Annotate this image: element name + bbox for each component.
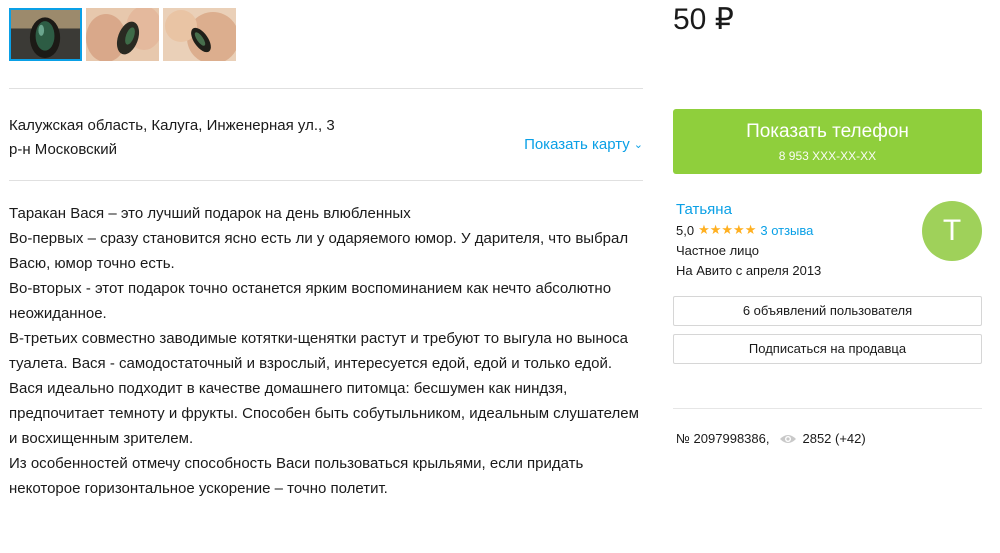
- seller-type: Частное лицо: [676, 243, 759, 258]
- thumbnail-3[interactable]: [163, 8, 236, 61]
- star-rating-icon: ★★★★★: [698, 222, 757, 237]
- description-paragraph: Таракан Вася – это лучший подарок на ден…: [9, 205, 411, 222]
- description-paragraph: Вася идеально подходит в качестве домашн…: [9, 380, 639, 447]
- description-paragraph: Во-вторых - этот подарок точно останется…: [9, 280, 612, 322]
- divider-middle: [9, 180, 643, 181]
- chevron-down-icon: ⌄: [633, 139, 643, 151]
- show-map-link[interactable]: Показать карту ⌄: [524, 136, 643, 153]
- photo-gallery: [9, 8, 236, 61]
- description-paragraph: В-третьих совместно заводимые котятки-ще…: [9, 330, 628, 372]
- masked-phone-number: 8 953 XXX-XX-XX: [778, 149, 877, 163]
- rating-value: 5,0: [676, 222, 695, 238]
- user-ads-button[interactable]: 6 объявлений пользователя: [673, 296, 982, 326]
- seller-since: На Авито с апреля 2013: [676, 263, 822, 278]
- seller-rating: 5,0 ★★★★★ 3 отзыва: [676, 222, 813, 238]
- eye-icon: [780, 434, 797, 443]
- show-phone-button[interactable]: Показать телефон 8 953 XXX-XX-XX: [673, 109, 982, 174]
- divider-top: [9, 88, 643, 89]
- show-map-label: Показать карту: [524, 136, 630, 153]
- price: 50 ₽: [673, 3, 734, 36]
- ad-description: Таракан Вася – это лучший подарок на ден…: [9, 201, 639, 501]
- district: р-н Московский: [9, 141, 117, 158]
- avatar[interactable]: T: [922, 201, 982, 261]
- address-block: Калужская область, Калуга, Инженерная ул…: [9, 114, 335, 162]
- thumbnail-1[interactable]: [9, 8, 82, 61]
- subscribe-button[interactable]: Подписаться на продавца: [673, 334, 982, 364]
- thumbnail-2[interactable]: [86, 8, 159, 61]
- description-paragraph: Из особенностей отмечу способность Васи …: [9, 455, 584, 497]
- show-phone-label: Показать телефон: [746, 121, 909, 142]
- view-count: 2852 (+42): [802, 431, 866, 446]
- reviews-link[interactable]: 3 отзыва: [760, 223, 813, 238]
- description-paragraph: Во-первых – сразу становится ясно есть л…: [9, 230, 629, 272]
- address-line: Калужская область, Калуга, Инженерная ул…: [9, 117, 335, 134]
- ad-number: № 2097998386,: [676, 431, 770, 446]
- divider-right: [673, 408, 982, 409]
- seller-name-link[interactable]: Татьяна: [676, 201, 732, 218]
- ad-meta: № 2097998386, 2852 (+42): [676, 431, 866, 446]
